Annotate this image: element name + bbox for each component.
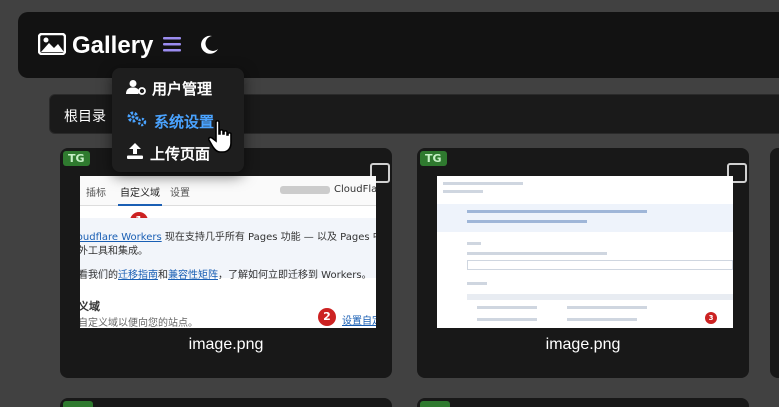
marker-badge: 3 — [705, 312, 717, 324]
tg-badge — [420, 401, 450, 407]
nav-dropdown-menu: 用户管理 系统设置 上传页面 — [112, 68, 244, 172]
tg-badge: TG — [420, 151, 447, 166]
moon-icon[interactable] — [198, 34, 220, 56]
tab-underline — [118, 204, 162, 206]
menu-item-system-settings[interactable]: 系统设置 — [126, 110, 214, 132]
brand-title: Gallery — [72, 32, 154, 59]
brand[interactable]: Gallery — [37, 32, 154, 60]
image-card-partial[interactable] — [60, 398, 392, 407]
thumb-table-header — [467, 294, 733, 300]
image-card-partial[interactable] — [770, 148, 779, 378]
thumb-section-title: 义域 — [80, 300, 100, 313]
breadcrumb-root[interactable]: 根目录 — [64, 106, 106, 126]
thumb-line — [567, 318, 637, 321]
image-thumbnail[interactable]: 3 — [437, 176, 733, 328]
thumb-line — [443, 190, 483, 193]
thumb-right-text: CloudFlare — [334, 184, 376, 195]
hand-pointer-cursor — [207, 120, 238, 158]
image-thumbnail[interactable]: 插标 自定义域 设置 CloudFlare 1 loudflare Worker… — [80, 176, 376, 328]
upload-icon — [126, 142, 144, 164]
thumb-line — [467, 210, 647, 213]
thumb-section-desc: 自定义域以便向您的站点。 — [80, 318, 198, 328]
menu-item-label: 用户管理 — [152, 80, 213, 98]
gallery-logo-icon — [37, 32, 67, 59]
thumb-action-link: 设置自定 — [342, 316, 376, 327]
thumb-blurred-text — [280, 186, 330, 194]
menu-item-upload-page[interactable]: 上传页面 — [126, 142, 210, 164]
image-card[interactable]: TG 3 image.png — [417, 148, 749, 378]
tg-badge — [63, 401, 93, 407]
image-caption: image.png — [188, 336, 264, 353]
thumb-tabs: 插标 自定义域 设置 CloudFlare — [80, 176, 376, 206]
user-gear-icon — [126, 79, 146, 99]
thumb-input — [467, 260, 733, 270]
menu-item-label: 系统设置 — [154, 112, 215, 131]
thumb-tab: 自定义域 — [120, 188, 160, 199]
thumb-info-panel — [437, 204, 733, 232]
thumb-line — [477, 318, 537, 321]
marker-badge: 2 — [318, 308, 336, 326]
thumb-line — [467, 242, 481, 245]
thumb-line: loudflare Workers 现在支持几乎所有 Pages 功能 — 以及… — [80, 232, 376, 243]
thumb-tab: 插标 — [86, 188, 106, 199]
thumb-tab: 设置 — [170, 188, 190, 199]
thumb-line — [567, 306, 647, 309]
thumb-line — [443, 182, 523, 185]
image-card-partial[interactable] — [417, 398, 749, 407]
thumb-line — [467, 252, 607, 255]
hamburger-menu-icon[interactable] — [162, 34, 182, 54]
thumb-line: 看我们的迁移指南和兼容性矩阵，了解如何立即迁移到 Workers。 — [80, 270, 372, 281]
thumb-line — [467, 282, 487, 285]
menu-item-user-management[interactable]: 用户管理 — [126, 78, 212, 99]
tg-badge: TG — [63, 151, 90, 166]
thumb-line — [467, 220, 587, 223]
image-card[interactable]: TG 插标 自定义域 设置 CloudFlare 1 loudflare Wor… — [60, 148, 392, 378]
gears-icon — [126, 110, 148, 132]
image-caption: image.png — [545, 336, 621, 353]
thumb-line — [477, 306, 537, 309]
menu-item-label: 上传页面 — [150, 144, 211, 163]
thumb-line: 外工具和集成。 — [80, 246, 148, 257]
